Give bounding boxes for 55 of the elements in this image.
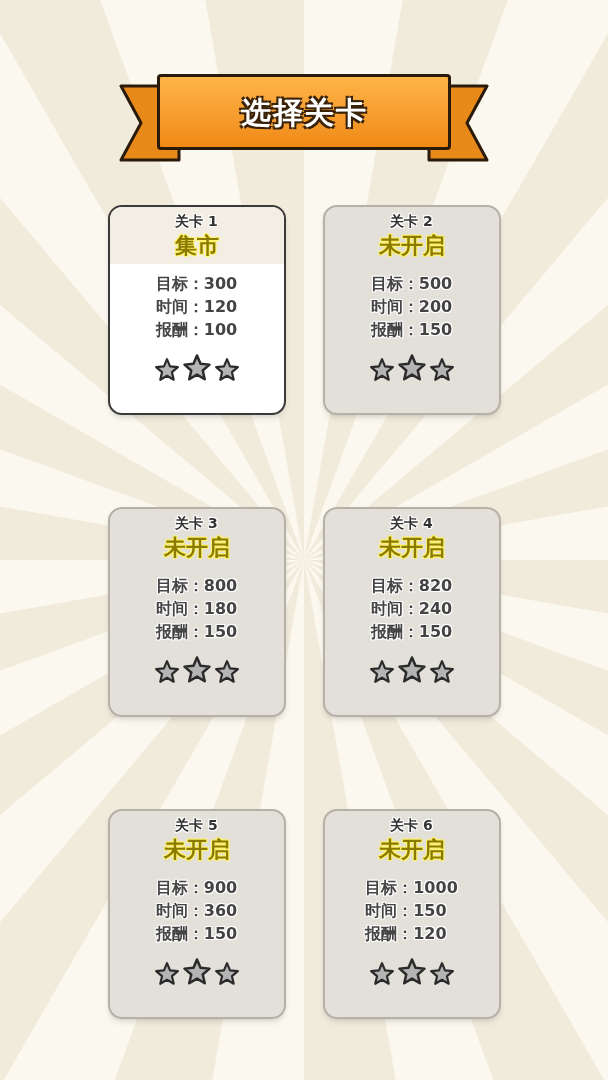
level-stat: 时间：120 xyxy=(155,295,238,318)
page-title: 选择关卡 xyxy=(241,93,367,132)
star-icon xyxy=(213,658,240,685)
star-icon xyxy=(368,356,395,383)
star-icon xyxy=(396,654,427,685)
level-card[interactable]: 关卡 4 未开启 目标：820 时间：240 报酬：150 xyxy=(322,507,501,717)
level-stat: 目标：900 xyxy=(155,876,238,899)
star-icon xyxy=(213,960,240,987)
level-name: 集市 xyxy=(174,232,219,260)
level-name: 未开启 xyxy=(163,534,230,562)
star-icon xyxy=(213,356,240,383)
level-stat: 目标：820 xyxy=(370,574,453,597)
level-card[interactable]: 关卡 3 未开启 目标：800 时间：180 报酬：150 xyxy=(107,507,286,717)
level-name: 未开启 xyxy=(378,836,445,864)
star-icon xyxy=(181,956,212,987)
level-label: 关卡 2 xyxy=(390,212,433,231)
star-icon xyxy=(428,960,455,987)
level-name: 未开启 xyxy=(378,232,445,260)
star-icon xyxy=(428,356,455,383)
star-icon xyxy=(428,658,455,685)
level-stat: 时间：150 xyxy=(365,899,447,922)
level-label: 关卡 3 xyxy=(175,514,218,533)
level-card[interactable]: 关卡 2 未开启 目标：500 时间：200 报酬：150 xyxy=(322,205,501,415)
level-stat: 时间：360 xyxy=(155,899,238,922)
level-label: 关卡 4 xyxy=(390,514,433,533)
star-icon xyxy=(368,960,395,987)
level-name: 未开启 xyxy=(378,534,445,562)
star-icon xyxy=(396,352,427,383)
star-icon xyxy=(153,356,180,383)
level-label: 关卡 6 xyxy=(390,816,433,835)
level-stat: 报酬：150 xyxy=(155,922,238,945)
level-stat: 报酬：120 xyxy=(365,922,447,945)
level-name: 未开启 xyxy=(163,836,230,864)
level-stat: 目标：300 xyxy=(155,272,238,295)
level-stat: 目标：500 xyxy=(370,272,453,295)
star-icon xyxy=(396,956,427,987)
star-icon xyxy=(368,658,395,685)
star-icon xyxy=(153,658,180,685)
level-stat: 报酬：150 xyxy=(155,620,238,643)
level-card[interactable]: 关卡 5 未开启 目标：900 时间：360 报酬：150 xyxy=(107,809,286,1019)
level-stat: 目标：800 xyxy=(155,574,238,597)
star-icon xyxy=(153,960,180,987)
level-stat: 报酬：100 xyxy=(155,318,238,341)
level-stat: 报酬：150 xyxy=(370,620,453,643)
level-card[interactable]: 关卡 1 集市 目标：300 时间：120 报酬：100 xyxy=(107,205,286,415)
star-icon xyxy=(181,654,212,685)
level-stat: 时间：200 xyxy=(370,295,453,318)
level-stat: 报酬：150 xyxy=(370,318,453,341)
level-label: 关卡 1 xyxy=(175,212,218,231)
level-label: 关卡 5 xyxy=(175,816,218,835)
level-stat: 时间：180 xyxy=(155,597,238,620)
level-stat: 时间：240 xyxy=(370,597,453,620)
level-stat: 目标：1000 xyxy=(365,876,458,899)
star-icon xyxy=(181,352,212,383)
level-card[interactable]: 关卡 6 未开启 目标：1000 时间：150 报酬：120 xyxy=(322,809,501,1019)
